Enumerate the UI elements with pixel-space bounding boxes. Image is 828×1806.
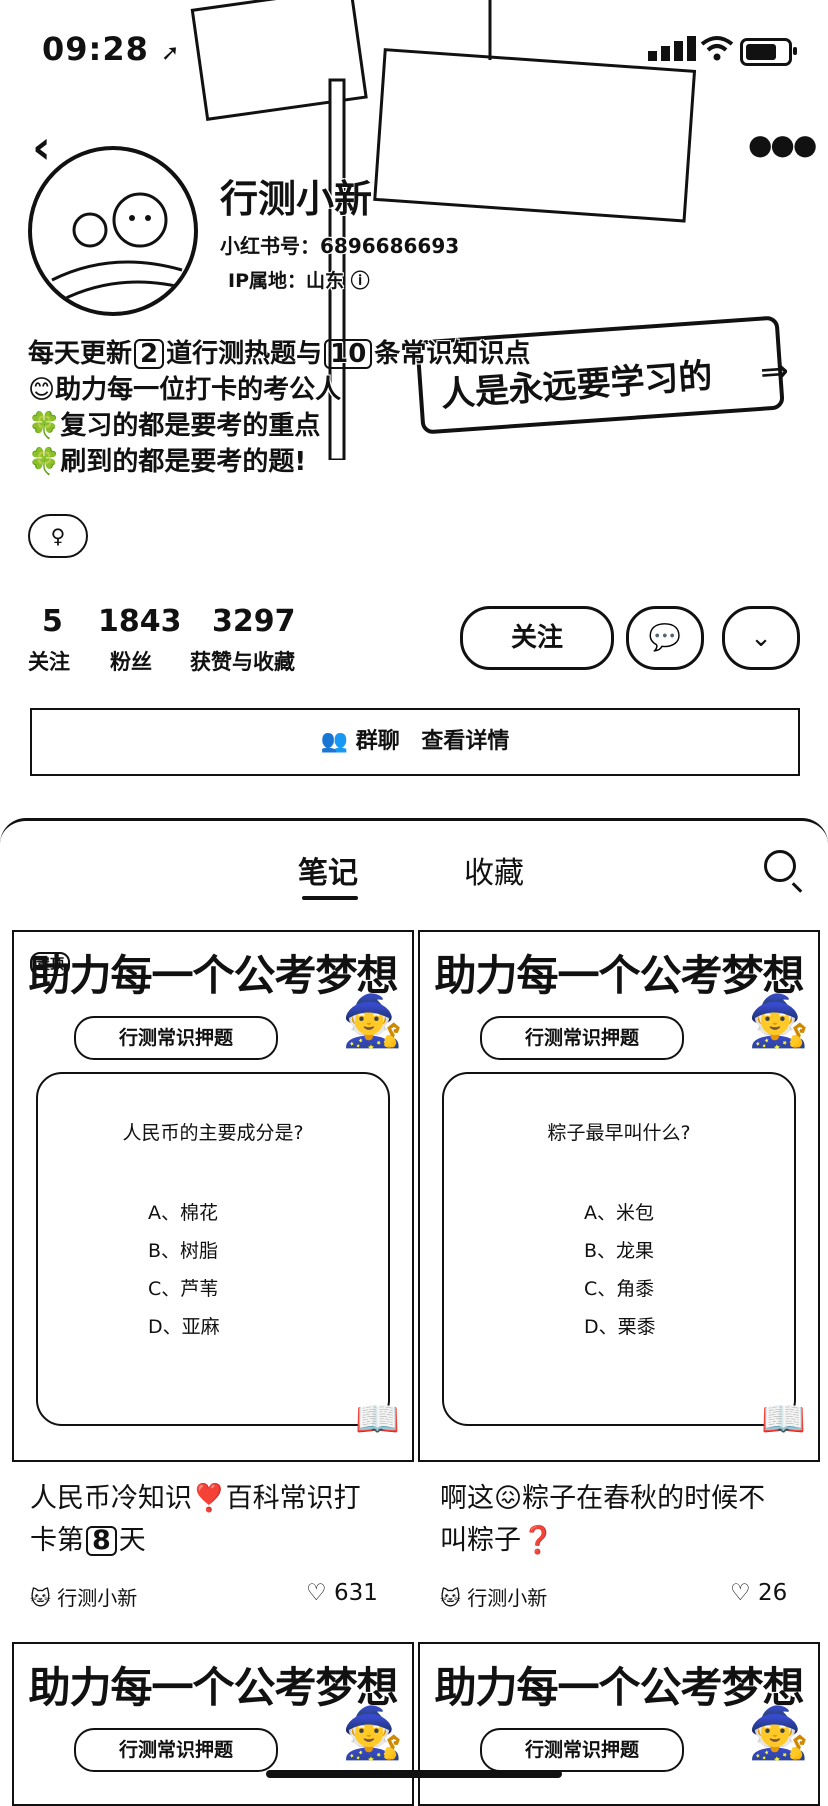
profile-bio: 每天更新 2 道行测热题与 10 条常识知识点 😊助力每一位打卡的考公人 🍀复习的都是要…: [28, 339, 531, 477]
author-avatar-icon: 🐱: [440, 1586, 461, 1610]
note-card[interactable]: 助力每一个公考梦想 行测常识押题 🧙: [12, 1642, 414, 1806]
wizard-icon: 🧙: [747, 992, 810, 1050]
card-tag: 行测常识押题: [74, 1016, 278, 1060]
info-icon[interactable]: ⓘ: [351, 270, 370, 292]
like-button[interactable]: ♡ 26: [730, 1580, 787, 1606]
options-list: A、米包 B、龙果 C、角黍 D、栗黍: [584, 1202, 656, 1338]
note-card[interactable]: 助力每一个公考梦想 行测常识押题 🧙: [418, 1642, 820, 1806]
svg-text:⇒: ⇒: [759, 351, 790, 393]
profile-name: 行测小新: [220, 177, 373, 221]
home-indicator[interactable]: [266, 1770, 562, 1778]
message-button[interactable]: 💬: [626, 606, 704, 670]
note-card[interactable]: 助力每一个公考梦想 行测常识押题 🧙 粽子最早叫什么? A、米包 B、龙果 C、…: [418, 930, 820, 1462]
post-title[interactable]: 人民币冷知识❣️百科常识打 卡第 8 天: [30, 1478, 400, 1562]
wizard-icon: 🧙: [341, 1704, 404, 1762]
group-chat-icon: 👥: [320, 729, 349, 754]
likes-collects-count[interactable]: 3297: [212, 604, 296, 639]
following-label[interactable]: 关注: [28, 646, 70, 676]
book-icon: 📖: [355, 1399, 400, 1440]
more-dropdown-button[interactable]: ⌄: [722, 606, 800, 670]
ip-location: IP属地：山东 ⓘ: [228, 270, 370, 292]
search-icon[interactable]: [764, 850, 796, 882]
active-tab-indicator: [302, 896, 358, 900]
back-button[interactable]: ‹: [32, 120, 51, 174]
followers-count[interactable]: 1843: [98, 604, 182, 639]
card-tag: 行测常识押题: [480, 1728, 684, 1772]
group-chat-label: 群聊: [355, 729, 400, 754]
avatar-cartoon-icon: [51, 192, 193, 302]
like-button[interactable]: ♡ 631: [306, 1580, 378, 1606]
more-options-button[interactable]: ●●●: [748, 128, 817, 161]
followers-label[interactable]: 粉丝: [110, 646, 152, 676]
chat-bubble-icon: 💬: [648, 623, 682, 653]
red-id[interactable]: 小红书号：6896686693: [220, 230, 459, 259]
post-author[interactable]: 🐱 行测小新: [440, 1582, 547, 1611]
tab-collections[interactable]: 收藏: [464, 848, 524, 892]
likes-collects-label[interactable]: 获赞与收藏: [190, 646, 295, 676]
follow-button[interactable]: 关注: [460, 606, 614, 670]
wizard-icon: 🧙: [747, 1704, 810, 1762]
female-icon: ♀: [28, 514, 88, 558]
status-time: 09:28 ➚: [42, 30, 181, 68]
heart-icon: ♡: [306, 1580, 327, 1606]
heart-icon: ♡: [730, 1580, 751, 1606]
question-paper: 粽子最早叫什么? A、米包 B、龙果 C、角黍 D、栗黍: [442, 1072, 796, 1426]
avatar[interactable]: [28, 146, 198, 316]
author-avatar-icon: 🐱: [30, 1586, 51, 1610]
tab-notes[interactable]: 笔记: [298, 848, 358, 892]
question-paper: 人民币的主要成分是? A、棉花 B、树脂 C、芦苇 D、亚麻: [36, 1072, 390, 1426]
view-details-label: 查看详情: [421, 729, 510, 754]
card-tag: 行测常识押题: [74, 1728, 278, 1772]
post-title[interactable]: 啊这😖粽子在春秋的时候不 叫粽子❓: [440, 1478, 820, 1562]
chevron-down-icon: ⌄: [750, 623, 772, 653]
wizard-icon: 🧙: [341, 992, 404, 1050]
book-icon: 📖: [761, 1399, 806, 1440]
options-list: A、棉花 B、树脂 C、芦苇 D、亚麻: [148, 1202, 220, 1338]
question-text: 粽子最早叫什么?: [547, 1122, 691, 1144]
group-chat-bar[interactable]: 👥 群聊 查看详情: [30, 708, 800, 776]
following-count[interactable]: 5: [42, 604, 63, 639]
note-card[interactable]: 置顶 助力每一个公考梦想 行测常识押题 🧙 人民币的主要成分是? A、棉花 B、…: [12, 930, 414, 1462]
question-text: 人民币的主要成分是?: [122, 1122, 304, 1144]
card-tag: 行测常识押题: [480, 1016, 684, 1060]
post-author[interactable]: 🐱 行测小新: [30, 1582, 137, 1611]
